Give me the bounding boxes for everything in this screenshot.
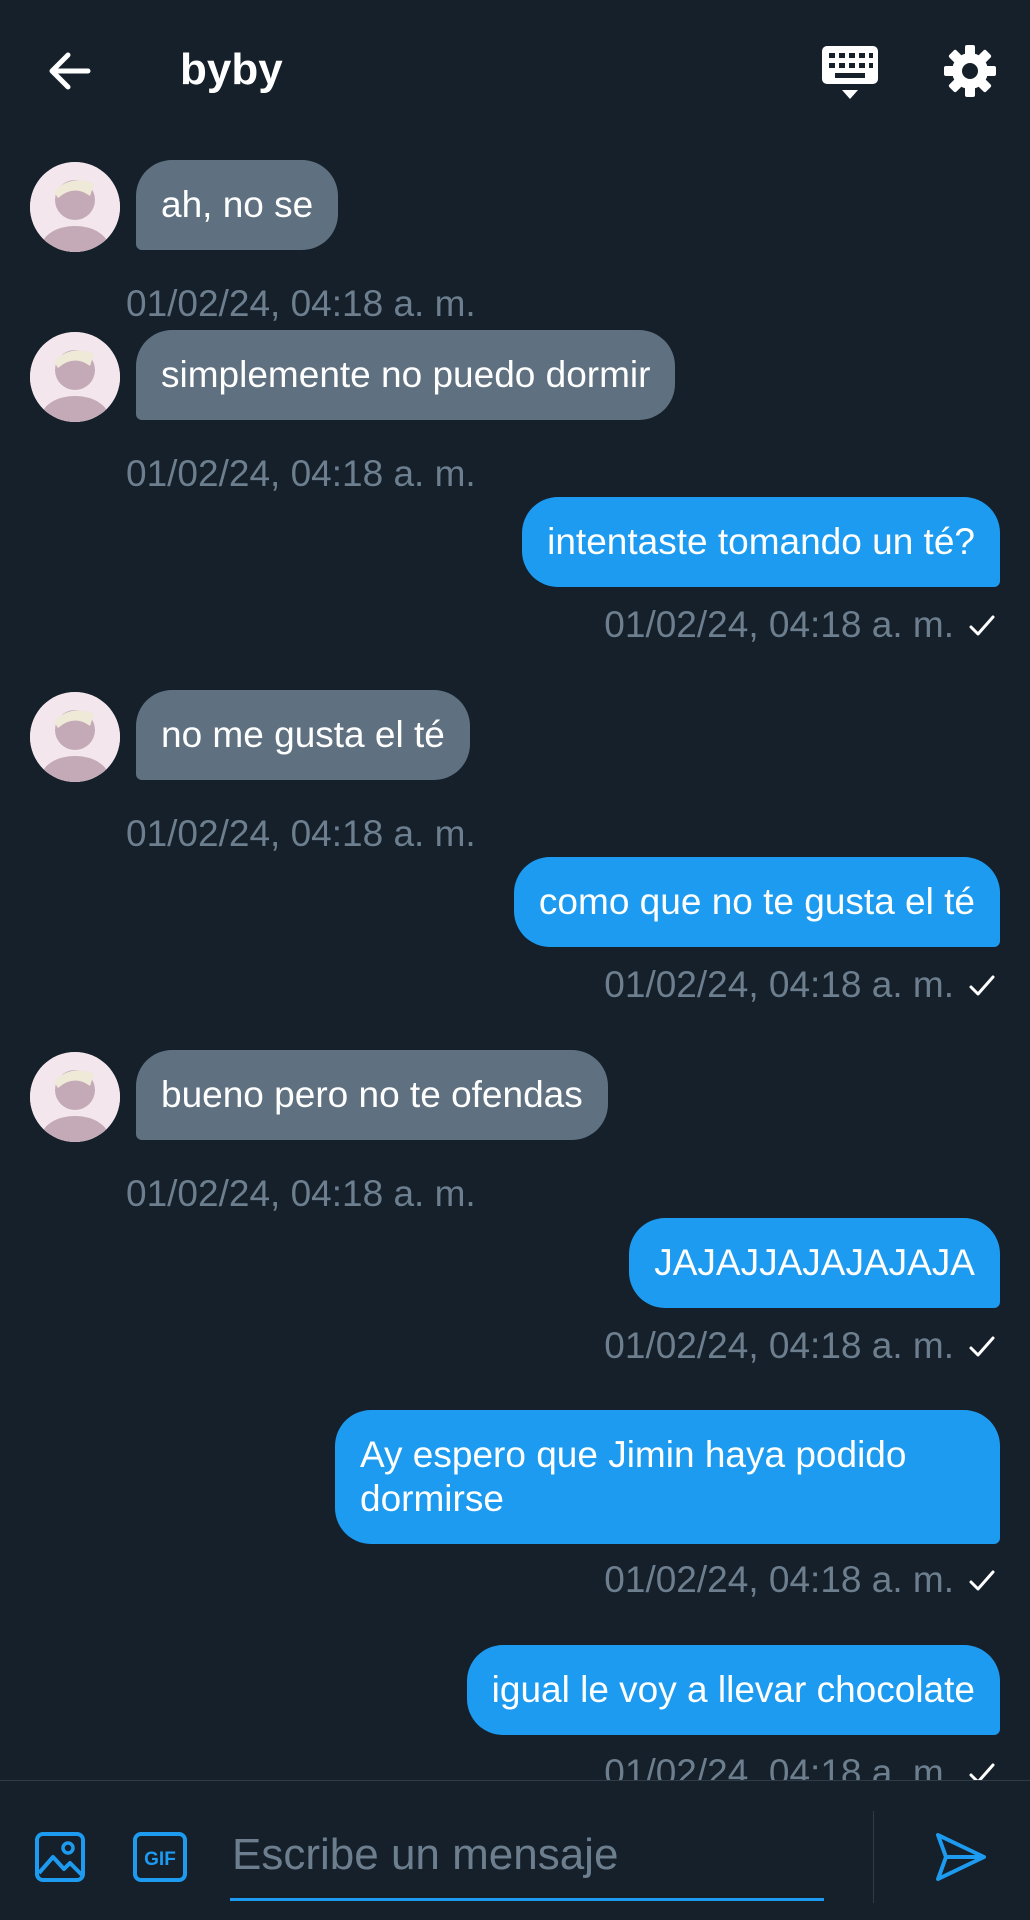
message-timestamp: 01/02/24, 04:18 a. m. [126, 813, 476, 854]
avatar[interactable] [30, 332, 120, 422]
chat-title: byby [180, 45, 283, 94]
incoming-message-bubble[interactable]: no me gusta el té [136, 690, 470, 780]
arrow-left-icon [49, 52, 91, 90]
keyboard-button[interactable] [820, 44, 880, 102]
outgoing-message-bubble[interactable]: Ay espero que Jimin haya podido dormirse [335, 1410, 1000, 1544]
message-timestamp: 01/02/24, 04:18 a. m. [126, 283, 476, 324]
read-check-icon [968, 605, 996, 649]
message-timestamp-row: 01/02/24, 04:18 a. m. [604, 963, 996, 1009]
message-timestamp-row: 01/02/24, 04:18 a. m. [604, 603, 996, 649]
gear-icon [944, 45, 996, 97]
message-timestamp-row: 01/02/24, 04:18 a. m. [604, 1558, 996, 1604]
incoming-message-bubble[interactable]: bueno pero no te ofendas [136, 1050, 608, 1140]
incoming-message-bubble[interactable]: ah, no se [136, 160, 339, 250]
outgoing-message-bubble[interactable]: JAJAJJAJAJAJAJA [629, 1218, 1000, 1308]
message-list[interactable]: ah, no se 01/02/24, 04:18 a. m. simpleme… [0, 140, 1030, 1780]
settings-button[interactable] [943, 44, 997, 98]
top-bar: byby [0, 0, 1030, 140]
divider [873, 1811, 874, 1903]
message-input[interactable] [230, 1811, 824, 1901]
back-button[interactable] [44, 46, 94, 96]
message-timestamp: 01/02/24, 04:18 a. m. [604, 1752, 954, 1780]
image-icon [35, 1832, 85, 1882]
read-check-icon [968, 1753, 996, 1780]
message-timestamp: 01/02/24, 04:18 a. m. [604, 1325, 954, 1366]
add-image-button[interactable] [34, 1831, 86, 1883]
outgoing-message-bubble[interactable]: intentaste tomando un té? [522, 497, 1000, 587]
send-button[interactable] [932, 1829, 988, 1885]
message-timestamp: 01/02/24, 04:18 a. m. [604, 1559, 954, 1600]
message-timestamp: 01/02/24, 04:18 a. m. [604, 604, 954, 645]
incoming-message-bubble[interactable]: simplemente no puedo dormir [136, 330, 676, 420]
read-check-icon [968, 965, 996, 1009]
avatar[interactable] [30, 692, 120, 782]
message-timestamp: 01/02/24, 04:18 a. m. [604, 964, 954, 1005]
send-icon [936, 1833, 986, 1881]
outgoing-message-bubble[interactable]: como que no te gusta el té [513, 857, 1000, 947]
avatar[interactable] [30, 162, 120, 252]
outgoing-message-bubble[interactable]: igual le voy a llevar chocolate [466, 1645, 1000, 1735]
message-timestamp-row: 01/02/24, 04:18 a. m. [604, 1751, 996, 1780]
gif-icon: GIF [133, 1832, 187, 1882]
read-check-icon [968, 1326, 996, 1370]
keyboard-icon [822, 46, 878, 99]
gif-label: GIF [144, 1849, 176, 1870]
message-timestamp-row: 01/02/24, 04:18 a. m. [604, 1324, 996, 1370]
message-composer: GIF [0, 1780, 1030, 1920]
avatar[interactable] [30, 1052, 120, 1142]
read-check-icon [968, 1560, 996, 1604]
message-timestamp: 01/02/24, 04:18 a. m. [126, 1173, 476, 1214]
message-timestamp: 01/02/24, 04:18 a. m. [126, 453, 476, 494]
add-gif-button[interactable]: GIF [132, 1831, 188, 1883]
